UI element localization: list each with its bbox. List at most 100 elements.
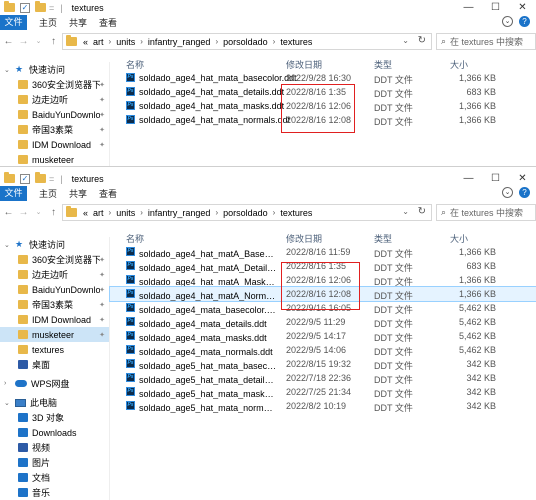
column-size[interactable]: 大小 — [450, 58, 468, 71]
file-row[interactable]: Ps soldado_age5_hat_mata_masks.ddt 2022/7/… — [110, 385, 536, 399]
help-icon[interactable]: ? — [519, 187, 530, 198]
nav-item-pictures[interactable]: 图片 — [0, 455, 109, 470]
file-row[interactable]: Ps soldado_age4_mata_details.ddt 2022/9/5 … — [110, 315, 536, 329]
nav-item-downloads[interactable]: Downloads — [0, 425, 109, 440]
forward-icon[interactable]: → — [17, 207, 30, 218]
nav-item-bianzoubianting[interactable]: 边走边听 ✦ — [0, 92, 109, 107]
expand-ribbon-icon[interactable]: ⌄ — [502, 187, 513, 198]
close-icon[interactable]: ✕ — [509, 0, 536, 15]
chevron-right-icon[interactable]: › — [140, 208, 143, 217]
back-icon[interactable]: ← — [2, 207, 15, 218]
maximize-icon[interactable]: ☐ — [482, 171, 509, 186]
nav-item-bianzoubianting[interactable]: 边走边听 ✦ — [0, 267, 109, 282]
breadcrumb-textures[interactable]: textures — [280, 208, 312, 218]
nav-item-documents[interactable]: 文档 — [0, 470, 109, 485]
tab-share[interactable]: 共享 — [69, 187, 87, 200]
nav-item-music[interactable]: 音乐 — [0, 485, 109, 500]
file-row[interactable]: Ps soldado_age5_hat_mata_basecolor.ddt 202… — [110, 357, 536, 371]
nav-item-diguo3[interactable]: 帝国3素菜 ✦ — [0, 297, 109, 312]
nav-item-videos[interactable]: 视频 — [0, 440, 109, 455]
column-date[interactable]: 修改日期 — [286, 58, 322, 71]
close-icon[interactable]: ✕ — [509, 171, 536, 186]
up-icon[interactable]: ↑ — [47, 36, 60, 47]
nav-item-baiduyun[interactable]: BaiduYunDownload ✦ — [0, 282, 109, 297]
nav-item-3d-objects[interactable]: 3D 对象 — [0, 410, 109, 425]
breadcrumb-art[interactable]: art — [93, 37, 104, 47]
tab-view[interactable]: 查看 — [99, 187, 117, 200]
nav-item-360-download[interactable]: 360安全浏览器下载 ✦ — [0, 77, 109, 92]
tab-file[interactable]: 文件 — [0, 15, 27, 30]
nav-quick-access[interactable]: ⌄ ★ 快速访问 — [0, 237, 109, 252]
up-icon[interactable]: ↑ — [47, 207, 60, 218]
nav-item-musketeer[interactable]: musketeer — [0, 152, 109, 166]
chevron-right-icon[interactable]: › — [273, 208, 276, 217]
file-row[interactable]: Ps soldado_age4_mata_masks.ddt 2022/9/5 14… — [110, 329, 536, 343]
breadcrumb-infantry-ranged[interactable]: infantry_ranged — [148, 37, 211, 47]
nav-wps-cloud[interactable]: › WPS网盘 — [0, 376, 109, 391]
file-row[interactable]: Ps soldado_age4_hat_matA_BaseColor.ddt 202… — [110, 245, 536, 259]
address-bar[interactable]: « art › units › infantry_ranged › porsol… — [62, 204, 432, 221]
column-type[interactable]: 类型 — [374, 232, 392, 245]
properties-icon[interactable]: ✓ — [20, 2, 30, 13]
collapse-icon[interactable]: ⌄ — [4, 241, 13, 249]
chevron-right-icon[interactable]: › — [109, 208, 112, 217]
column-date[interactable]: 修改日期 — [286, 232, 322, 245]
refresh-icon[interactable]: ↻ — [418, 35, 426, 46]
back-icon[interactable]: ← — [2, 36, 15, 47]
nav-item-baiduyun[interactable]: BaiduYunDownload ✦ — [0, 107, 109, 122]
nav-item-idm-download[interactable]: IDM Download ✦ — [0, 137, 109, 152]
breadcrumb-units[interactable]: units — [116, 37, 135, 47]
address-dropdown-icon[interactable]: ⌄ — [402, 36, 409, 45]
chevron-right-icon[interactable]: › — [140, 37, 143, 46]
breadcrumb-textures[interactable]: textures — [280, 37, 312, 47]
tab-share[interactable]: 共享 — [69, 16, 87, 29]
maximize-icon[interactable]: ☐ — [482, 0, 509, 15]
collapse-icon[interactable]: ⌄ — [4, 66, 13, 74]
search-input[interactable]: ⌕ 在 textures 中搜索 — [436, 204, 536, 221]
breadcrumb-overflow[interactable]: « — [83, 208, 88, 218]
nav-item-diguo3[interactable]: 帝国3素菜 ✦ — [0, 122, 109, 137]
search-input[interactable]: ⌕ 在 textures 中搜索 — [436, 33, 536, 50]
file-row[interactable]: Ps soldado_age5_hat_mata_details.ddt 2022/… — [110, 371, 536, 385]
file-row[interactable]: Ps soldado_age4_mata_normals.ddt 2022/9/5 … — [110, 343, 536, 357]
breadcrumb-porsoldado[interactable]: porsoldado — [223, 37, 268, 47]
column-name[interactable]: 名称 — [126, 232, 144, 245]
file-row[interactable]: Ps soldado_age5_hat_mata_normals.ddt 2022/… — [110, 399, 536, 413]
nav-item-musketeer[interactable]: musketeer ✦ — [0, 327, 109, 342]
breadcrumb-infantry-ranged[interactable]: infantry_ranged — [148, 208, 211, 218]
breadcrumb-art[interactable]: art — [93, 208, 104, 218]
address-dropdown-icon[interactable]: ⌄ — [402, 207, 409, 216]
tab-home[interactable]: 主页 — [39, 16, 57, 29]
nav-quick-access[interactable]: ⌄ ★ 快速访问 — [0, 62, 109, 77]
new-folder-icon[interactable] — [35, 1, 46, 12]
nav-this-pc[interactable]: ⌄ 此电脑 — [0, 395, 109, 410]
column-type[interactable]: 类型 — [374, 58, 392, 71]
recent-dropdown-icon[interactable]: ⌄ — [32, 37, 45, 45]
properties-icon[interactable]: ✓ — [20, 173, 30, 184]
chevron-right-icon[interactable]: › — [273, 37, 276, 46]
breadcrumb-porsoldado[interactable]: porsoldado — [223, 208, 268, 218]
column-size[interactable]: 大小 — [450, 232, 468, 245]
breadcrumb-units[interactable]: units — [116, 208, 135, 218]
minimize-icon[interactable]: — — [455, 0, 482, 15]
nav-item-textures[interactable]: textures — [0, 342, 109, 357]
expand-ribbon-icon[interactable]: ⌄ — [502, 16, 513, 27]
expand-icon[interactable]: › — [4, 380, 13, 387]
quick-access-dropdown-icon[interactable]: = — [49, 3, 54, 13]
new-folder-icon[interactable] — [35, 172, 46, 183]
help-icon[interactable]: ? — [519, 16, 530, 27]
tab-view[interactable]: 查看 — [99, 16, 117, 29]
forward-icon[interactable]: → — [17, 36, 30, 47]
collapse-icon[interactable]: ⌄ — [4, 399, 13, 407]
nav-item-desktop[interactable]: 桌面 — [0, 357, 109, 372]
chevron-right-icon[interactable]: › — [215, 208, 218, 217]
breadcrumb-overflow[interactable]: « — [83, 37, 88, 47]
chevron-right-icon[interactable]: › — [109, 37, 112, 46]
chevron-right-icon[interactable]: › — [215, 37, 218, 46]
tab-home[interactable]: 主页 — [39, 187, 57, 200]
nav-item-idm-download[interactable]: IDM Download ✦ — [0, 312, 109, 327]
column-name[interactable]: 名称 — [126, 58, 144, 71]
address-bar[interactable]: « art › units › infantry_ranged › porsol… — [62, 33, 432, 50]
quick-access-dropdown-icon[interactable]: = — [49, 174, 54, 184]
recent-dropdown-icon[interactable]: ⌄ — [32, 208, 45, 216]
